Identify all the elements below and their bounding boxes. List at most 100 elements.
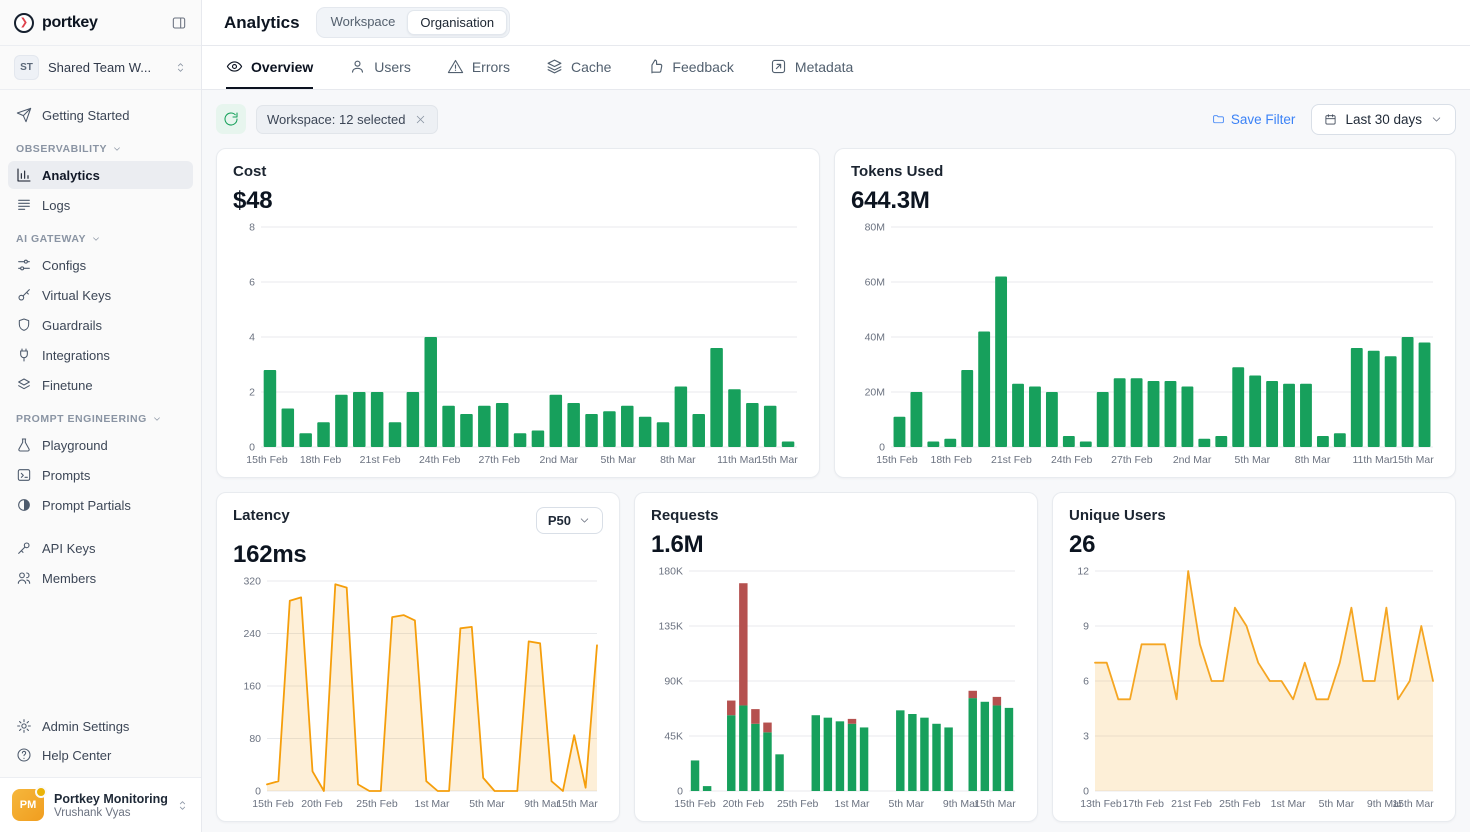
workspace-badge: ST: [14, 55, 39, 80]
sidebar-collapse-icon[interactable]: [171, 15, 187, 31]
svg-text:5th Mar: 5th Mar: [469, 798, 505, 810]
tab-feedback[interactable]: Feedback: [647, 46, 733, 89]
tab-overview[interactable]: Overview: [226, 46, 313, 89]
svg-text:180K: 180K: [658, 566, 683, 578]
box-arrow-icon: [770, 58, 787, 75]
sidebar-item-integrations[interactable]: Integrations: [8, 341, 193, 369]
svg-text:5th Mar: 5th Mar: [1235, 454, 1271, 466]
card-title: Tokens Used: [851, 163, 943, 180]
page-title: Analytics: [224, 13, 300, 33]
sidebar-item-help-center[interactable]: Help Center: [8, 741, 193, 769]
svg-text:15th Mar: 15th Mar: [1392, 454, 1434, 466]
tab-metadata[interactable]: Metadata: [770, 46, 853, 89]
unique-users-value: 26: [1069, 531, 1439, 559]
sidebar-bottom: Admin Settings Help Center PM Portkey Mo…: [0, 711, 201, 832]
save-filter-button[interactable]: Save Filter: [1212, 112, 1296, 127]
date-range-select[interactable]: Last 30 days: [1311, 104, 1456, 135]
workspace-filter-chip[interactable]: Workspace: 12 selected: [256, 105, 438, 134]
svg-text:80M: 80M: [865, 222, 885, 234]
svg-text:2nd Mar: 2nd Mar: [540, 454, 579, 466]
svg-text:18th Feb: 18th Feb: [300, 454, 342, 466]
refresh-icon: [223, 111, 239, 127]
folder-icon: [1212, 113, 1225, 126]
percentile-select[interactable]: P50: [536, 507, 603, 534]
tab-bar: Overview Users Errors Cache Feedback Met…: [202, 46, 1470, 90]
svg-text:80: 80: [249, 733, 261, 745]
users-icon: [16, 570, 32, 586]
sidebar-item-finetune[interactable]: Finetune: [8, 371, 193, 399]
svg-text:160: 160: [243, 681, 261, 693]
svg-text:3: 3: [1083, 731, 1089, 743]
avatar: PM: [12, 789, 44, 821]
svg-text:90K: 90K: [664, 676, 683, 688]
brand-row: ❯ portkey: [0, 0, 201, 46]
svg-text:27th Feb: 27th Feb: [478, 454, 520, 466]
svg-text:20th Feb: 20th Feb: [723, 798, 765, 810]
svg-text:12: 12: [1077, 566, 1089, 578]
sidebar-item-analytics[interactable]: Analytics: [8, 161, 193, 189]
latency-chart: 08016024032015th Feb20th Feb25th Feb1st …: [233, 573, 603, 811]
user-menu[interactable]: PM Portkey Monitoring Vrushank Vyas: [0, 777, 201, 832]
chevrons-updown-icon: [176, 799, 189, 812]
key-icon: [16, 287, 32, 303]
tokens-chart: 020M40M60M80M15th Feb18th Feb21st Feb24t…: [851, 219, 1439, 467]
svg-text:9th Mar: 9th Mar: [524, 798, 560, 810]
sidebar-item-members[interactable]: Members: [8, 564, 193, 592]
shield-icon: [16, 317, 32, 333]
sidebar-item-guardrails[interactable]: Guardrails: [8, 311, 193, 339]
tab-users[interactable]: Users: [349, 46, 411, 89]
svg-text:45K: 45K: [664, 731, 683, 743]
chevron-down-icon: [578, 514, 591, 527]
svg-text:20th Feb: 20th Feb: [301, 798, 343, 810]
workspace-selector[interactable]: ST Shared Team W...: [0, 46, 201, 90]
top-bar: Analytics Workspace Organisation: [202, 0, 1470, 46]
refresh-button[interactable]: [216, 104, 246, 134]
section-ai-gateway[interactable]: AI GATEWAY: [16, 233, 185, 245]
svg-text:8th Mar: 8th Mar: [660, 454, 696, 466]
logs-icon: [16, 197, 32, 213]
sidebar-item-virtual-keys[interactable]: Virtual Keys: [8, 281, 193, 309]
flask-icon: [16, 437, 32, 453]
help-icon: [16, 747, 32, 763]
main: Analytics Workspace Organisation Overvie…: [202, 0, 1470, 832]
card-title: Cost: [233, 163, 266, 180]
tab-errors[interactable]: Errors: [447, 46, 510, 89]
thumbs-up-icon: [647, 58, 664, 75]
sidebar-item-playground[interactable]: Playground: [8, 431, 193, 459]
sidebar-item-logs[interactable]: Logs: [8, 191, 193, 219]
tab-cache[interactable]: Cache: [546, 46, 611, 89]
cost-chart: 0246815th Feb18th Feb21st Feb24th Feb27t…: [233, 219, 803, 467]
section-prompt-engineering[interactable]: PROMPT ENGINEERING: [16, 413, 185, 425]
svg-text:1st Mar: 1st Mar: [1271, 798, 1307, 810]
svg-text:0: 0: [255, 786, 261, 798]
svg-text:5th Mar: 5th Mar: [889, 798, 925, 810]
sidebar-item-admin-settings[interactable]: Admin Settings: [8, 712, 193, 740]
chevron-down-icon: [1430, 113, 1443, 126]
svg-text:15th Mar: 15th Mar: [756, 454, 798, 466]
sidebar-item-getting-started[interactable]: Getting Started: [8, 101, 193, 129]
close-icon[interactable]: [414, 113, 427, 126]
card-title: Unique Users: [1069, 507, 1166, 524]
unique-users-chart: 03691213th Feb17th Feb21st Feb25th Feb1s…: [1069, 563, 1439, 811]
svg-text:17th Feb: 17th Feb: [1123, 798, 1165, 810]
svg-text:0: 0: [879, 442, 885, 454]
content: Workspace: 12 selected Save Filter Last …: [202, 90, 1470, 832]
svg-text:15th Feb: 15th Feb: [876, 454, 918, 466]
key-icon: [16, 540, 32, 556]
svg-text:5th Mar: 5th Mar: [1319, 798, 1355, 810]
segment-organisation[interactable]: Organisation: [407, 10, 507, 35]
plug-icon: [16, 347, 32, 363]
svg-text:9: 9: [1083, 621, 1089, 633]
svg-text:21st Feb: 21st Feb: [360, 454, 401, 466]
segment-workspace[interactable]: Workspace: [319, 10, 408, 35]
section-observability[interactable]: OBSERVABILITY: [16, 143, 185, 155]
sidebar-item-prompts[interactable]: Prompts: [8, 461, 193, 489]
sidebar-item-api-keys[interactable]: API Keys: [8, 534, 193, 562]
sidebar-item-configs[interactable]: Configs: [8, 251, 193, 279]
layers-icon: [16, 377, 32, 393]
sidebar-item-prompt-partials[interactable]: Prompt Partials: [8, 491, 193, 519]
svg-text:6: 6: [249, 277, 255, 289]
svg-text:20M: 20M: [865, 387, 885, 399]
filter-bar: Workspace: 12 selected Save Filter Last …: [216, 102, 1456, 136]
card-title: Latency: [233, 507, 290, 524]
